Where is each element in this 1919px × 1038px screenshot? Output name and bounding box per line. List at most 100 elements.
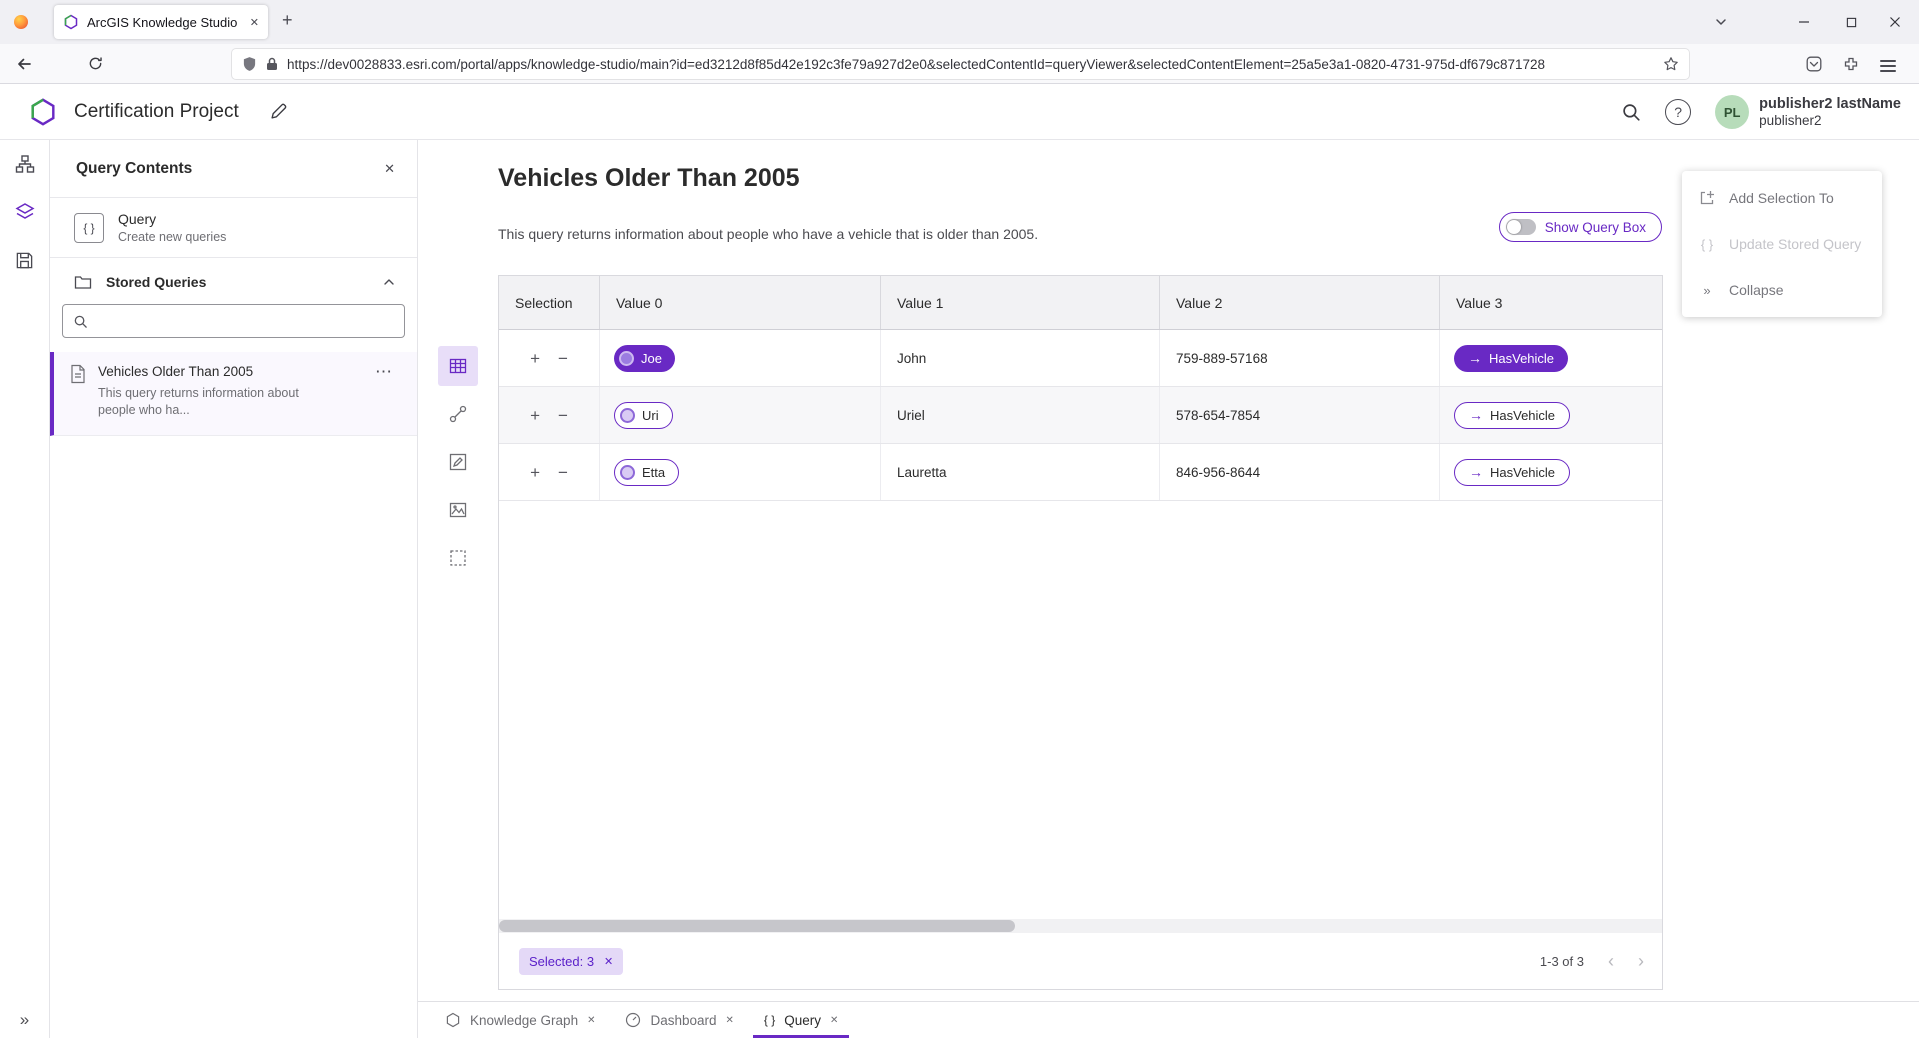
url-bar[interactable]: https://dev0028833.esri.com/portal/apps/… (232, 49, 1689, 79)
previous-page-icon[interactable]: ‹ (1608, 952, 1614, 970)
collapse-glyph: » (1703, 283, 1710, 298)
bookmark-star-icon[interactable] (1663, 56, 1679, 72)
user-menu[interactable]: PL publisher2 lastName publisher2 (1715, 95, 1901, 130)
save-rail-button[interactable] (0, 236, 49, 284)
selected-count-chip[interactable]: Selected: 3 ✕ (519, 948, 623, 975)
horizontal-scrollbar[interactable] (499, 919, 1662, 933)
entity-label: Etta (642, 465, 665, 480)
query-results-table: Selection Value 0 Value 1 Value 2 Value … (498, 275, 1663, 990)
data-model-rail-button[interactable] (0, 140, 49, 188)
scrollbar-thumb[interactable] (499, 920, 1015, 932)
search-icon[interactable] (1621, 102, 1641, 122)
cell-value2: 846-956-8644 (1159, 444, 1439, 500)
add-selection-button[interactable]: + (530, 350, 540, 367)
search-input[interactable] (96, 313, 394, 330)
panel-close-icon[interactable]: ✕ (384, 161, 395, 177)
menu-item-add-selection-to[interactable]: Add Selection To (1682, 175, 1882, 221)
braces-glyph: { } (1701, 237, 1713, 252)
clear-selection-icon[interactable]: ✕ (604, 955, 613, 968)
edit-view-button[interactable] (438, 442, 478, 482)
user-info: publisher2 lastName publisher2 (1759, 95, 1901, 130)
stored-queries-header[interactable]: Stored Queries (50, 258, 417, 300)
stored-queries-search[interactable] (62, 304, 405, 338)
entity-node-icon (620, 465, 635, 480)
stored-query-item[interactable]: Vehicles Older Than 2005 This query retu… (50, 352, 417, 436)
add-selection-button[interactable]: + (530, 407, 540, 424)
link-chart-view-button[interactable] (438, 394, 478, 434)
table-view-button[interactable] (438, 346, 478, 386)
expand-rail-icon[interactable]: » (0, 1010, 49, 1030)
query-item-text: Query Create new queries (118, 211, 226, 244)
entity-label: Uri (642, 408, 659, 423)
arcgis-knowledge-logo[interactable] (28, 97, 58, 127)
browser-navbar: https://dev0028833.esri.com/portal/apps/… (0, 44, 1919, 84)
tab-dashboard[interactable]: Dashboard ✕ (610, 1002, 748, 1038)
show-query-box-toggle[interactable]: Show Query Box (1499, 212, 1662, 242)
add-selection-button[interactable]: + (530, 464, 540, 481)
contents-rail-button-active[interactable] (0, 188, 49, 236)
avatar[interactable]: PL (1715, 95, 1749, 129)
cell-value1: Uriel (880, 387, 1159, 443)
back-button[interactable] (16, 56, 32, 72)
page-title: Vehicles Older Than 2005 (498, 164, 800, 193)
cell-value1: John (880, 330, 1159, 386)
save-to-pocket-icon[interactable] (1806, 56, 1822, 72)
column-header-value2[interactable]: Value 2 (1159, 276, 1439, 329)
double-chevron-right-icon: » (1698, 283, 1716, 298)
item-options-icon[interactable]: ⋯ (375, 362, 393, 382)
table-row[interactable]: + − Etta Lauretta 846-956-8644 →HasVehic… (499, 444, 1662, 501)
url-text[interactable]: https://dev0028833.esri.com/portal/apps/… (287, 57, 1654, 72)
cell-value2: 759-889-57168 (1159, 330, 1439, 386)
document-icon (70, 364, 86, 419)
menu-item-label: Add Selection To (1729, 190, 1834, 206)
remove-selection-button[interactable]: − (558, 350, 568, 367)
browser-tab[interactable]: ArcGIS Knowledge Studio ✕ (54, 5, 268, 39)
next-page-icon[interactable]: › (1638, 952, 1644, 970)
column-header-value3[interactable]: Value 3 (1439, 276, 1662, 329)
window-maximize-button[interactable] (1828, 0, 1874, 44)
app-header: Certification Project ? PL publisher2 la… (0, 84, 1919, 140)
list-tabs-chevron-icon[interactable] (1714, 15, 1728, 29)
entity-pill[interactable]: Etta (614, 459, 679, 486)
relationship-pill[interactable]: →HasVehicle (1454, 345, 1568, 372)
select-tool-button[interactable] (438, 538, 478, 578)
menu-item-collapse[interactable]: » Collapse (1682, 267, 1882, 313)
map-view-button[interactable] (438, 490, 478, 530)
remove-selection-button[interactable]: − (558, 407, 568, 424)
extensions-icon[interactable] (1843, 56, 1859, 72)
entity-pill[interactable]: Uri (614, 402, 673, 429)
firefox-icon[interactable] (14, 15, 28, 29)
table-row[interactable]: + − Joe John 759-889-57168 →HasVehicle (499, 330, 1662, 387)
view-toolbar (438, 346, 478, 578)
relationship-label: HasVehicle (1489, 351, 1554, 366)
project-title: Certification Project (74, 101, 239, 123)
tab-title: ArcGIS Knowledge Studio (87, 15, 242, 30)
pagination: 1-3 of 3 ‹ › (1540, 952, 1644, 970)
tab-knowledge-graph[interactable]: Knowledge Graph ✕ (430, 1002, 610, 1038)
column-header-value0[interactable]: Value 0 (599, 276, 880, 329)
column-header-selection[interactable]: Selection (499, 276, 599, 329)
refresh-button[interactable] (88, 56, 103, 71)
chevron-up-icon[interactable] (383, 276, 395, 288)
tab-query[interactable]: { } Query ✕ (749, 1002, 854, 1038)
relationship-pill[interactable]: →HasVehicle (1454, 402, 1570, 429)
remove-selection-button[interactable]: − (558, 464, 568, 481)
help-icon[interactable]: ? (1665, 99, 1691, 125)
tracking-protection-shield-icon[interactable] (242, 56, 257, 72)
tab-close-icon[interactable]: ✕ (587, 1015, 595, 1026)
window-minimize-button[interactable] (1781, 0, 1827, 44)
relationship-pill[interactable]: →HasVehicle (1454, 459, 1570, 486)
connection-lock-icon[interactable] (266, 57, 278, 71)
new-tab-button[interactable]: + (282, 11, 293, 29)
column-header-value1[interactable]: Value 1 (880, 276, 1159, 329)
tab-close-icon[interactable]: ✕ (250, 16, 259, 29)
table-row[interactable]: + − Uri Uriel 578-654-7854 →HasVehicle (499, 387, 1662, 444)
new-query-item[interactable]: { } Query Create new queries (50, 198, 417, 258)
window-close-button[interactable] (1872, 0, 1918, 44)
tab-close-icon[interactable]: ✕ (830, 1015, 838, 1026)
tab-close-icon[interactable]: ✕ (726, 1015, 734, 1026)
entity-pill[interactable]: Joe (614, 345, 675, 372)
menu-icon[interactable] (1880, 57, 1896, 75)
toggle-switch[interactable] (1506, 219, 1536, 235)
edit-title-pencil-icon[interactable] (270, 103, 287, 120)
